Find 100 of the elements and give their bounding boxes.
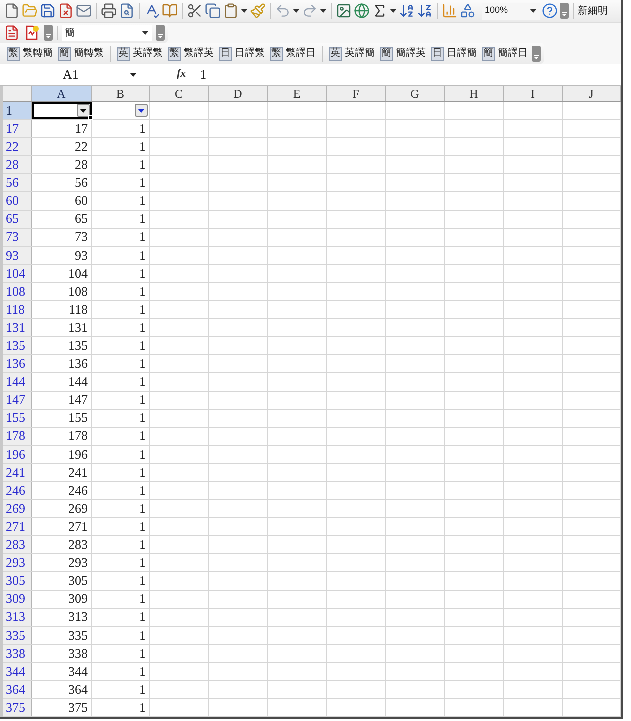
row-header[interactable]: 269: [3, 500, 32, 518]
document-icon[interactable]: [4, 3, 20, 19]
column-header[interactable]: D: [209, 86, 268, 101]
caret-icon[interactable]: [138, 108, 145, 113]
document-lines-icon[interactable]: [4, 25, 20, 41]
table-cell-text: 269: [68, 500, 88, 518]
row-header[interactable]: 335: [3, 626, 32, 644]
column-header[interactable]: J: [563, 86, 621, 101]
caret-icon[interactable]: [80, 108, 87, 113]
row-header[interactable]: 147: [3, 392, 32, 409]
row-header[interactable]: 56: [3, 174, 32, 192]
row-header[interactable]: 22: [3, 138, 32, 156]
column-header[interactable]: G: [386, 86, 445, 101]
clipboard-icon[interactable]: [223, 3, 239, 19]
toolbar-options-icon[interactable]: [532, 46, 541, 62]
book-icon[interactable]: [162, 3, 178, 19]
column-header[interactable]: F: [327, 86, 386, 101]
caret-icon[interactable]: [241, 9, 248, 13]
font-combo[interactable]: 新細明: [578, 4, 608, 18]
translate-button[interactable]: 日 日譯繁: [218, 44, 266, 62]
translate-button[interactable]: 日 日譯簡: [430, 44, 478, 62]
toolbar-options-icon[interactable]: [560, 3, 569, 19]
translate-button[interactable]: 繁 繁譯日: [269, 44, 317, 62]
row-header[interactable]: 93: [3, 246, 32, 264]
table-cell-text: 241: [68, 464, 88, 482]
row-header[interactable]: 364: [3, 681, 32, 698]
row-header[interactable]: 241: [3, 464, 32, 481]
scissors-icon[interactable]: [187, 3, 203, 19]
caret-icon[interactable]: [320, 9, 327, 13]
font-combo[interactable]: 簡: [62, 25, 152, 41]
caret-icon[interactable]: [293, 9, 300, 13]
row-header[interactable]: 313: [3, 608, 32, 626]
row-header[interactable]: 293: [3, 554, 32, 572]
column-header[interactable]: C: [150, 86, 209, 101]
filter-dropdown-button[interactable]: [135, 104, 148, 118]
row-header[interactable]: 155: [3, 410, 32, 427]
row-header[interactable]: 136: [3, 355, 32, 372]
table-cell-text: 1: [140, 174, 146, 192]
column-header[interactable]: H: [445, 86, 504, 101]
envelope-icon[interactable]: [76, 3, 92, 19]
translate-button[interactable]: 簡 簡轉繁: [57, 44, 105, 62]
row-header[interactable]: 1: [3, 102, 32, 120]
document-cross-icon[interactable]: [58, 3, 74, 19]
toolbar-options-icon[interactable]: [44, 25, 53, 41]
column-header[interactable]: B: [92, 86, 150, 101]
translate-button[interactable]: 繁 繁譯英: [167, 44, 215, 62]
column-header[interactable]: E: [268, 86, 327, 101]
table-cell-text: 1: [140, 626, 146, 645]
row-header[interactable]: 283: [3, 536, 32, 554]
toolbar-options-icon[interactable]: [156, 25, 165, 41]
bar-chart-icon[interactable]: [442, 3, 458, 19]
row-header[interactable]: 338: [3, 644, 32, 662]
filter-dropdown-button[interactable]: [77, 104, 90, 118]
row-header[interactable]: 118: [3, 301, 32, 318]
sort-ascending-icon[interactable]: [399, 3, 415, 19]
row-header[interactable]: 131: [3, 319, 32, 336]
column-header[interactable]: A: [32, 86, 92, 101]
translate-button[interactable]: 簡 簡譯英: [379, 44, 427, 62]
function-symbol[interactable]: fx: [177, 66, 186, 83]
translate-button[interactable]: 英 英譯繁: [116, 44, 164, 62]
translate-button[interactable]: 簡 簡譯日: [481, 44, 529, 62]
globe-icon[interactable]: [354, 3, 370, 19]
caret-icon[interactable]: [130, 72, 137, 76]
row-header[interactable]: 144: [3, 373, 32, 390]
formula-input[interactable]: 1: [200, 64, 621, 84]
row-header[interactable]: 375: [3, 699, 32, 716]
row-header[interactable]: 73: [3, 228, 32, 246]
active-cell[interactable]: [32, 102, 92, 120]
row-header[interactable]: 271: [3, 518, 32, 536]
row-header[interactable]: 305: [3, 572, 32, 590]
translate-button[interactable]: 繁 繁轉簡: [6, 44, 54, 62]
row-header[interactable]: 309: [3, 590, 32, 608]
printer-icon[interactable]: [101, 3, 117, 19]
shapes-icon[interactable]: [460, 3, 476, 19]
row-header[interactable]: 104: [3, 264, 32, 282]
caret-icon[interactable]: [390, 9, 397, 13]
column-header[interactable]: I: [504, 86, 563, 101]
row-header[interactable]: 196: [3, 446, 32, 463]
row-header[interactable]: 135: [3, 337, 32, 354]
translate-button[interactable]: 英 英譯簡: [328, 44, 376, 62]
row-header[interactable]: 17: [3, 120, 32, 138]
row-header[interactable]: 344: [3, 662, 32, 680]
sort-descending-icon[interactable]: [417, 3, 433, 19]
table-cell-text: 1: [140, 409, 146, 428]
table-cell-text: 93: [75, 246, 88, 265]
fill-handle[interactable]: [88, 115, 93, 120]
picture-icon[interactable]: [336, 3, 352, 19]
help-icon[interactable]: [542, 3, 558, 19]
name-box[interactable]: A1: [3, 64, 145, 84]
row-header[interactable]: 178: [3, 428, 32, 445]
row-header[interactable]: 65: [3, 210, 32, 228]
row-header[interactable]: 28: [3, 156, 32, 174]
row-header[interactable]: 246: [3, 482, 32, 500]
table-cell-text: 1: [140, 572, 146, 590]
row-header[interactable]: 108: [3, 282, 32, 300]
caret-icon[interactable]: [142, 31, 149, 35]
caret-icon[interactable]: [530, 9, 537, 13]
document-magnifier-icon[interactable]: [119, 3, 135, 19]
row-header[interactable]: 60: [3, 192, 32, 210]
copy-icon[interactable]: [205, 3, 221, 19]
